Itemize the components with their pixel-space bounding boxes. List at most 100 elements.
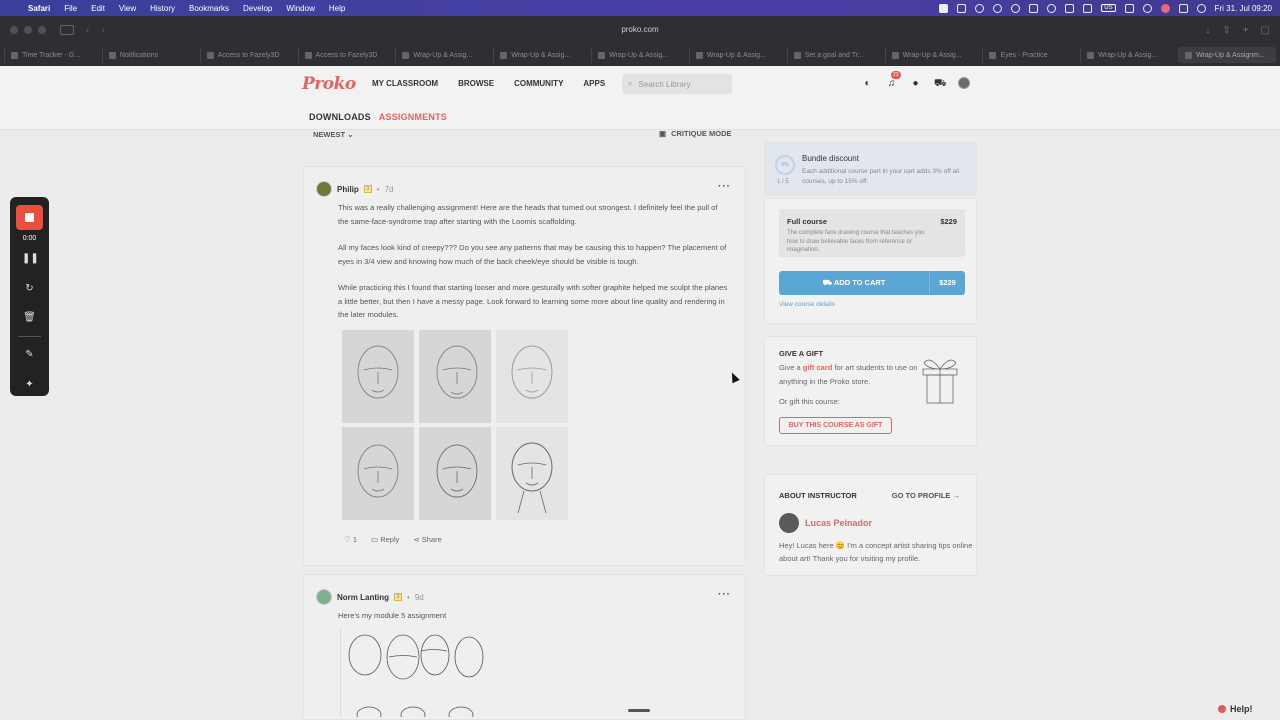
chat-icon[interactable]: ● bbox=[910, 78, 921, 89]
dropbox-icon[interactable] bbox=[1065, 3, 1075, 13]
wifi-icon[interactable] bbox=[1142, 3, 1152, 13]
user-avatar[interactable] bbox=[958, 77, 970, 89]
browser-tab-active[interactable]: Wrap-Up & Assignm... bbox=[1178, 47, 1276, 63]
input-source-indicator[interactable]: US bbox=[1101, 4, 1116, 12]
help-button[interactable]: Help! bbox=[1218, 699, 1268, 719]
avatar[interactable] bbox=[316, 181, 332, 197]
zoom-window-button[interactable] bbox=[38, 26, 46, 34]
bell-icon[interactable]: ♫ 23 bbox=[886, 70, 901, 89]
siri-icon[interactable] bbox=[1196, 3, 1206, 13]
post-author[interactable]: Philip bbox=[337, 185, 359, 194]
sync-icon[interactable] bbox=[993, 3, 1003, 13]
browser-tab[interactable]: Wrap-Up & Assig... bbox=[591, 47, 689, 63]
menu-app-name[interactable]: Safari bbox=[28, 4, 50, 13]
sketch-image[interactable] bbox=[342, 330, 414, 423]
menu-develop[interactable]: Develop bbox=[243, 4, 272, 13]
minimize-window-button[interactable] bbox=[24, 26, 32, 34]
search-input[interactable]: ⌕ Search Library bbox=[622, 74, 732, 94]
menu-view[interactable]: View bbox=[119, 4, 136, 13]
confetti-icon[interactable]: ✦ bbox=[22, 377, 37, 392]
trash-icon[interactable]: 🗑 bbox=[22, 310, 37, 325]
browser-tab[interactable]: Wrap-Up & Assig... bbox=[688, 47, 787, 63]
post-author[interactable]: Norm Lanting bbox=[337, 593, 389, 602]
record-indicator-icon[interactable] bbox=[1160, 3, 1170, 13]
menu-window[interactable]: Window bbox=[286, 4, 314, 13]
sidebar-toggle-icon[interactable] bbox=[60, 25, 74, 35]
app-tray-icon[interactable] bbox=[957, 3, 967, 13]
add-to-cart-button[interactable]: ⛟ ADD TO CART $229 bbox=[779, 271, 965, 295]
sketch-image[interactable] bbox=[342, 427, 414, 520]
browser-tab[interactable]: Time Tracker - G... bbox=[4, 47, 102, 63]
tab-overview-icon[interactable]: ▢ bbox=[1261, 25, 1270, 36]
sketch-image[interactable] bbox=[496, 427, 568, 520]
gift-or-text: Or gift this course: bbox=[779, 397, 840, 406]
creative-cloud-icon[interactable] bbox=[1029, 3, 1039, 13]
nav-apps[interactable]: APPS bbox=[583, 79, 605, 88]
menu-history[interactable]: History bbox=[150, 4, 175, 13]
more-options-icon[interactable]: ··· bbox=[718, 181, 731, 192]
scroll-indicator[interactable] bbox=[628, 709, 650, 712]
tab-assignments[interactable]: ASSIGNMENTS bbox=[379, 112, 447, 122]
vpn-icon[interactable] bbox=[975, 3, 985, 13]
view-course-details-link[interactable]: View course details bbox=[779, 301, 835, 308]
sketch-sheet-image[interactable] bbox=[340, 627, 490, 720]
share-icon[interactable]: ⇪ bbox=[1222, 25, 1230, 36]
menu-file[interactable]: File bbox=[64, 4, 77, 13]
restart-icon[interactable]: ↻ bbox=[22, 281, 37, 296]
critique-mode-button[interactable]: ▣ CRITIQUE MODE bbox=[659, 129, 732, 138]
menu-bookmarks[interactable]: Bookmarks bbox=[189, 4, 229, 13]
gift-card-link[interactable]: gift card bbox=[803, 363, 833, 372]
pen-icon[interactable] bbox=[1083, 3, 1093, 13]
forward-icon[interactable]: › bbox=[101, 25, 104, 36]
stop-recording-button[interactable] bbox=[16, 205, 43, 230]
menu-help[interactable]: Help bbox=[329, 4, 345, 13]
buy-as-gift-button[interactable]: BUY THIS COURSE AS GIFT bbox=[779, 417, 892, 434]
pen-icon[interactable]: ✎ bbox=[22, 347, 37, 362]
back-icon[interactable]: ‹ bbox=[86, 25, 89, 36]
help-icon bbox=[1218, 705, 1226, 713]
control-center-icon[interactable] bbox=[1178, 3, 1188, 13]
cart-icon[interactable]: ⛟ bbox=[934, 78, 947, 89]
browser-tab[interactable]: Wrap-Up & Assig... bbox=[884, 47, 983, 63]
browser-tab[interactable]: Wrap-Up & Assig... bbox=[395, 47, 493, 63]
browser-tab[interactable]: Eyes - Practice bbox=[982, 47, 1080, 63]
go-to-profile-link[interactable]: GO TO PROFILE → bbox=[892, 491, 960, 500]
full-course-option[interactable]: Full course $229 The complete face drawi… bbox=[779, 209, 965, 257]
tab-downloads[interactable]: DOWNLOADS bbox=[309, 112, 371, 122]
new-tab-icon[interactable]: + bbox=[1243, 25, 1249, 36]
sketch-image[interactable] bbox=[419, 330, 491, 423]
sort-dropdown[interactable]: NEWEST ⌄ bbox=[313, 130, 353, 139]
share-button[interactable]: ⋖ Share bbox=[413, 535, 441, 544]
menu-clock[interactable]: Fri 31. Jul 09:20 bbox=[1215, 4, 1272, 13]
gift-illustration-icon bbox=[922, 359, 958, 404]
browser-tab[interactable]: Notifications bbox=[101, 47, 200, 63]
avatar[interactable] bbox=[316, 589, 332, 605]
close-window-button[interactable] bbox=[10, 26, 18, 34]
address-bar[interactable]: proko.com bbox=[380, 22, 900, 38]
sketch-image[interactable] bbox=[419, 427, 491, 520]
ring-icon[interactable] bbox=[1011, 3, 1021, 13]
sketch-image[interactable] bbox=[496, 330, 568, 423]
pause-icon[interactable]: ❚❚ bbox=[22, 251, 39, 266]
safari-window-chrome: ‹ › proko.com ↓ ⇪ + ▢ Time Tracker - G..… bbox=[0, 16, 1280, 66]
download-icon[interactable]: ↓ bbox=[1205, 25, 1210, 36]
instructor-avatar[interactable] bbox=[779, 513, 799, 533]
screen-record-icon[interactable] bbox=[939, 3, 949, 13]
nav-browse[interactable]: BROWSE bbox=[458, 79, 494, 88]
nav-my-classroom[interactable]: MY CLASSROOM bbox=[372, 79, 438, 88]
browser-tab[interactable]: Set a goal and Tr... bbox=[786, 47, 885, 63]
browser-tab[interactable]: Wrap-Up & Assig... bbox=[1080, 47, 1178, 63]
like-button[interactable]: ♡ 1 bbox=[344, 535, 357, 544]
dark-mode-icon[interactable]: ◐ bbox=[862, 78, 873, 89]
bluetooth-icon[interactable] bbox=[1124, 3, 1134, 13]
menu-edit[interactable]: Edit bbox=[91, 4, 105, 13]
browser-tab[interactable]: Wrap-Up & Assig... bbox=[493, 47, 591, 63]
whatsapp-icon[interactable] bbox=[1047, 3, 1057, 13]
browser-tab[interactable]: Access to Fazely3D bbox=[297, 47, 396, 63]
browser-tab[interactable]: Access to Fazely3D bbox=[199, 47, 298, 63]
instructor-name[interactable]: Lucas Peinador bbox=[805, 518, 872, 528]
nav-community[interactable]: COMMUNITY bbox=[514, 79, 563, 88]
proko-logo[interactable]: Proko bbox=[302, 74, 356, 94]
reply-button[interactable]: ▭ Reply bbox=[371, 535, 399, 544]
more-options-icon[interactable]: ··· bbox=[718, 589, 731, 600]
